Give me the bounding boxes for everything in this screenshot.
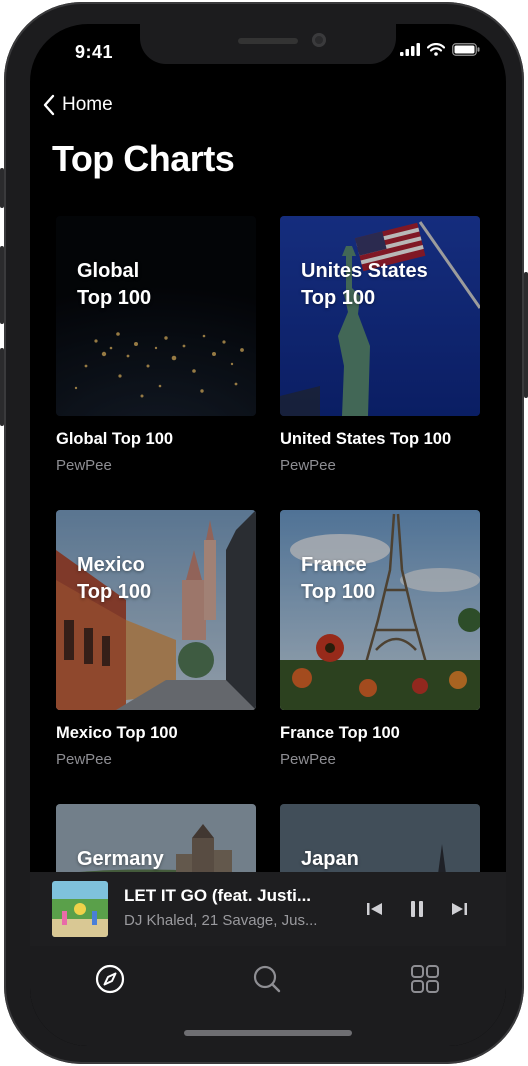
chart-card-france[interactable]: France Top 100 France Top 100 PewPee (280, 510, 480, 768)
search-icon (253, 965, 281, 993)
chart-card-united-states[interactable]: Unites States Top 100 United States Top … (280, 216, 480, 474)
chart-title: Mexico Top 100 (56, 724, 178, 742)
chevron-left-icon (43, 94, 55, 116)
previous-button[interactable] (364, 898, 386, 920)
chart-title: France Top 100 (280, 724, 400, 742)
page-title: Top Charts (52, 138, 235, 179)
back-label: Home (62, 94, 113, 115)
chart-curator: PewPee (280, 457, 336, 474)
battery-icon (452, 43, 480, 56)
speaker-grille (238, 38, 298, 44)
chart-curator: PewPee (56, 751, 112, 768)
cover-art-mexico: Mexico Top 100 (56, 510, 256, 710)
status-time: 9:41 (75, 42, 114, 62)
now-playing-artwork (52, 881, 108, 937)
app-screen: 9:41 Home Top Charts Global Top 100 Glob… (30, 24, 506, 1046)
pause-button[interactable] (406, 898, 428, 920)
tab-bar (30, 946, 506, 1046)
volume-down-button (0, 348, 4, 426)
cellular-signal-icon (400, 43, 420, 56)
volume-up-button (0, 246, 4, 324)
power-button (524, 272, 528, 398)
chart-title: Global Top 100 (56, 430, 174, 448)
skip-previous-icon (367, 903, 382, 915)
status-icons (400, 43, 480, 56)
pause-icon (411, 901, 423, 917)
mute-switch (0, 168, 4, 208)
now-playing-title: LET IT GO (feat. Justi... (124, 886, 312, 905)
mini-player[interactable]: LET IT GO (feat. Justi... DJ Khaled, 21 … (30, 872, 506, 946)
notch (140, 24, 396, 64)
cover-label: Germany (77, 848, 164, 870)
next-button[interactable] (448, 898, 470, 920)
chart-curator: PewPee (56, 457, 112, 474)
compass-icon (95, 964, 125, 994)
tab-library[interactable] (408, 962, 442, 996)
home-indicator (184, 1030, 352, 1036)
grid-icon (411, 965, 439, 993)
chart-card-global[interactable]: Global Top 100 Global Top 100 PewPee (56, 216, 256, 474)
cover-art-global: Global Top 100 (56, 216, 256, 416)
wifi-icon (427, 43, 445, 56)
cover-art-united-states: Unites States Top 100 (280, 216, 480, 416)
tab-search[interactable] (250, 962, 284, 996)
tab-explore[interactable] (93, 962, 127, 996)
cover-label: Japan (301, 848, 359, 870)
phone-frame: 9:41 Home Top Charts Global Top 100 Glob… (0, 2, 528, 1064)
cover-art-france: France Top 100 (280, 510, 480, 710)
skip-next-icon (452, 903, 467, 915)
chart-curator: PewPee (280, 751, 336, 768)
cover-label: France Top 100 (301, 554, 376, 603)
cover-label: Global Top 100 (77, 260, 152, 309)
now-playing-artist: DJ Khaled, 21 Savage, Jus... (124, 912, 318, 929)
cover-label: Unites States Top 100 (301, 260, 428, 309)
chart-card-mexico[interactable]: Mexico Top 100 Mexico Top 100 PewPee (56, 510, 256, 768)
chart-title: United States Top 100 (280, 430, 452, 448)
album-art-image (52, 881, 108, 937)
cover-label: Mexico Top 100 (77, 554, 152, 603)
back-button[interactable]: Home (42, 94, 113, 116)
front-camera (312, 33, 326, 47)
